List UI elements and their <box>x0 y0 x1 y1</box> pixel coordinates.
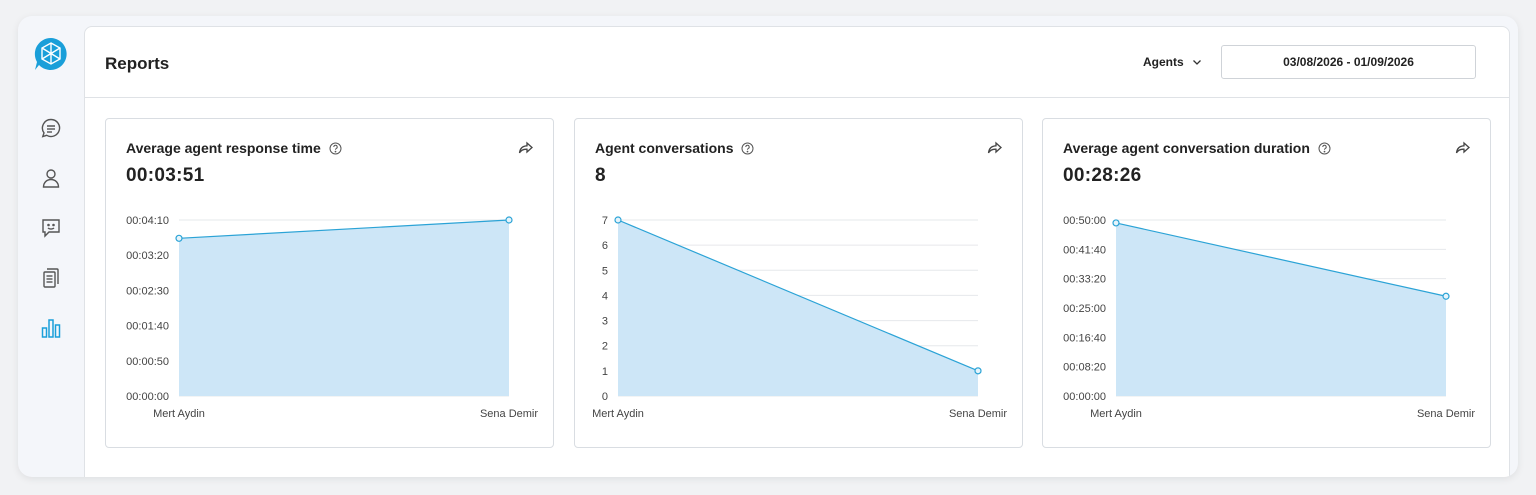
sidebar-nav <box>33 110 69 346</box>
user-icon <box>42 169 60 188</box>
y-tick-label: 6 <box>602 240 608 252</box>
x-tick-label: Mert Aydin <box>153 408 205 420</box>
help-icon[interactable] <box>741 142 754 155</box>
share-icon[interactable] <box>517 139 535 157</box>
data-point[interactable] <box>614 216 622 224</box>
y-tick-label: 3 <box>602 316 608 328</box>
card-conversations: 0 1 2 3 4 5 6 7 Mert Aydin Sena Demir Agent conve… <box>574 118 1023 448</box>
documents-icon <box>43 268 59 288</box>
sidebar-item-conversations[interactable] <box>33 110 69 146</box>
app-logo-icon[interactable] <box>33 36 69 72</box>
page-title: Reports <box>105 54 170 73</box>
y-tick-label: 4 <box>602 290 608 302</box>
y-tick-label: 00:41:40 <box>1063 244 1106 256</box>
y-tick-label: 1 <box>602 366 608 378</box>
sidebar-item-feedback[interactable] <box>33 210 69 246</box>
data-point[interactable] <box>505 216 513 224</box>
date-range-input[interactable]: 03/08/2026 - 01/09/2026 <box>1221 45 1476 79</box>
x-tick-label: Sena Demir <box>1417 408 1475 420</box>
series-area <box>618 220 978 396</box>
help-icon[interactable] <box>329 142 342 155</box>
app-window: Reports Agents 03/08/2026 - 01/09/2026 0… <box>18 16 1518 477</box>
data-point[interactable] <box>175 234 183 242</box>
y-tick-label: 00:00:00 <box>1063 391 1106 403</box>
y-tick-label: 0 <box>602 391 608 403</box>
chart-conversations: 0 1 2 3 4 5 6 7 Mert Aydin Sena Demir <box>592 215 1007 420</box>
data-point[interactable] <box>1112 219 1120 227</box>
x-tick-label: Sena Demir <box>949 408 1007 420</box>
series-area <box>179 220 509 396</box>
card-value: 00:03:51 <box>126 165 205 186</box>
y-tick-label: 7 <box>602 215 608 227</box>
sidebar <box>18 16 84 477</box>
sidebar-item-reports[interactable] <box>33 310 69 346</box>
sidebar-item-documents[interactable] <box>33 260 69 296</box>
y-tick-label: 00:01:40 <box>126 321 169 333</box>
card-title-text: Agent conversations <box>595 140 734 156</box>
card-title: Average agent conversation duration <box>1063 140 1331 156</box>
feedback-icon <box>42 219 60 238</box>
y-tick-label: 00:00:50 <box>126 356 169 368</box>
y-tick-label: 00:50:00 <box>1063 215 1106 227</box>
card-title-text: Average agent response time <box>126 140 321 156</box>
agents-dropdown-label: Agents <box>1143 55 1184 69</box>
agents-dropdown[interactable]: Agents <box>1143 52 1202 72</box>
y-tick-label: 5 <box>602 265 608 277</box>
y-tick-label: 00:02:30 <box>126 285 169 297</box>
sidebar-item-contacts[interactable] <box>33 160 69 196</box>
y-tick-label: 2 <box>602 341 608 353</box>
card-value: 00:28:26 <box>1063 165 1142 186</box>
share-icon[interactable] <box>986 139 1004 157</box>
y-tick-label: 00:25:00 <box>1063 303 1106 315</box>
card-title: Average agent response time <box>126 140 342 156</box>
x-tick-label: Mert Aydin <box>1090 408 1142 420</box>
y-tick-label: 00:08:20 <box>1063 362 1106 374</box>
y-tick-label: 00:04:10 <box>126 215 169 227</box>
y-tick-label: 00:33:20 <box>1063 274 1106 286</box>
main-panel: Reports Agents 03/08/2026 - 01/09/2026 0… <box>84 26 1510 477</box>
chat-bubble-icon <box>41 118 61 138</box>
data-point[interactable] <box>974 367 982 375</box>
x-tick-label: Sena Demir <box>480 408 538 420</box>
card-title-text: Average agent conversation duration <box>1063 140 1310 156</box>
y-tick-label: 00:16:40 <box>1063 332 1106 344</box>
card-value: 8 <box>595 165 606 186</box>
y-tick-label: 00:03:20 <box>126 250 169 262</box>
bar-chart-icon <box>41 319 61 338</box>
y-tick-label: 00:00:00 <box>126 391 169 403</box>
data-point[interactable] <box>1442 292 1450 300</box>
page-header: Reports Agents 03/08/2026 - 01/09/2026 <box>85 27 1509 98</box>
card-conversation-duration: 00:00:00 00:08:20 00:16:40 00:25:00 00:33:20… <box>1042 118 1491 448</box>
share-icon[interactable] <box>1454 139 1472 157</box>
card-response-time: 00:00:00 00:00:50 00:01:40 00:02:30 00:03:20… <box>105 118 554 448</box>
help-icon[interactable] <box>1318 142 1331 155</box>
card-title: Agent conversations <box>595 140 754 156</box>
chevron-down-icon <box>1192 60 1201 65</box>
x-tick-label: Mert Aydin <box>592 408 644 420</box>
